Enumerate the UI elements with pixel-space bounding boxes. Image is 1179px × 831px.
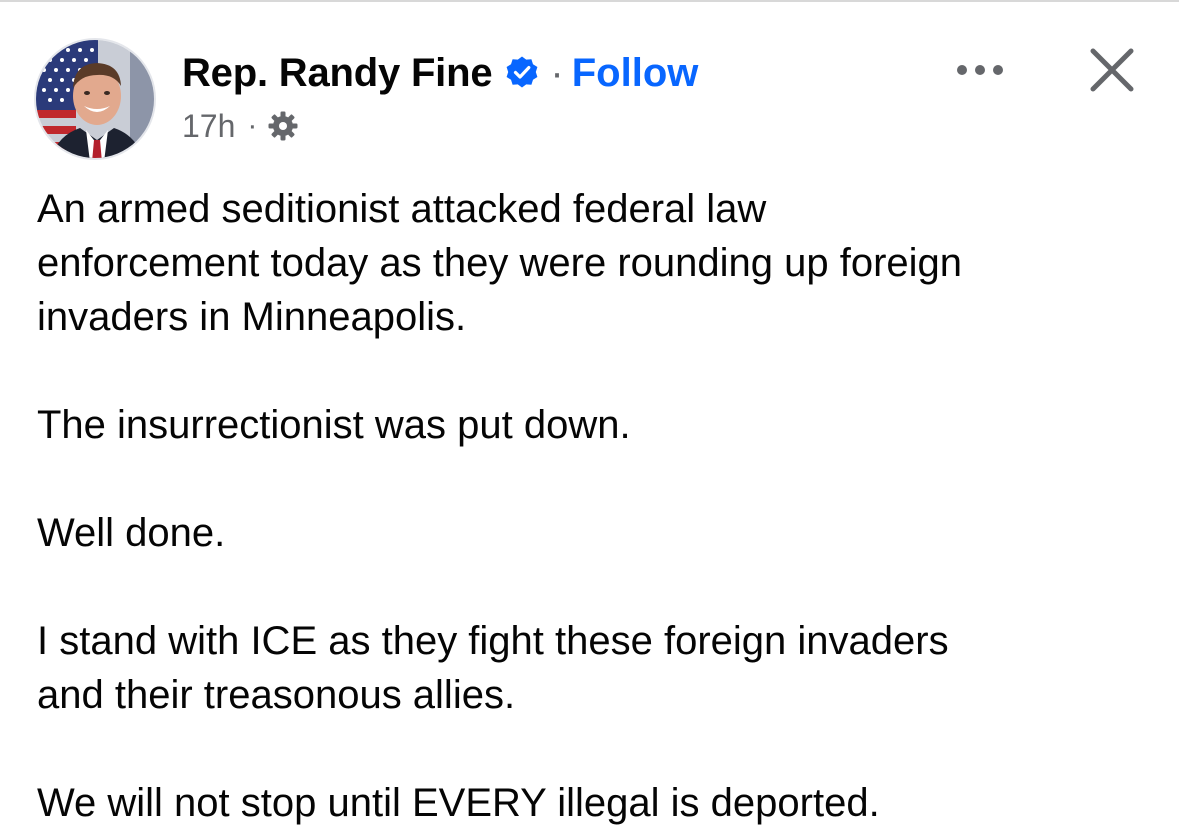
post-paragraph: We will not stop until EVERY illegal is … [37,781,880,825]
verified-badge-icon [504,55,540,91]
more-options-icon [957,65,1003,75]
author-line: Rep. Randy Fine · Follow [182,48,698,98]
avatar-photo [36,40,154,158]
gear-icon[interactable] [267,110,299,142]
post-body: An armed seditionist attacked federal la… [37,182,1147,830]
author-avatar[interactable] [34,38,156,160]
close-button[interactable] [1082,40,1142,100]
post-paragraph: I stand with ICE as they fight these for… [37,619,949,717]
post-paragraph: An armed seditionist attacked federal la… [37,187,963,339]
post-card: Rep. Randy Fine · Follow 17h · An armed … [0,0,1179,831]
follow-button[interactable]: Follow [572,51,699,96]
post-paragraph: Well done. [37,511,226,555]
post-meta: 17h · [182,106,299,146]
post-paragraph: The insurrectionist was put down. [37,403,631,447]
close-icon [1090,48,1134,92]
post-timestamp[interactable]: 17h [182,108,235,145]
author-name[interactable]: Rep. Randy Fine [182,51,493,96]
separator-dot: · [550,50,564,95]
meta-separator-dot: · [247,109,258,142]
more-options-button[interactable] [952,50,1008,90]
